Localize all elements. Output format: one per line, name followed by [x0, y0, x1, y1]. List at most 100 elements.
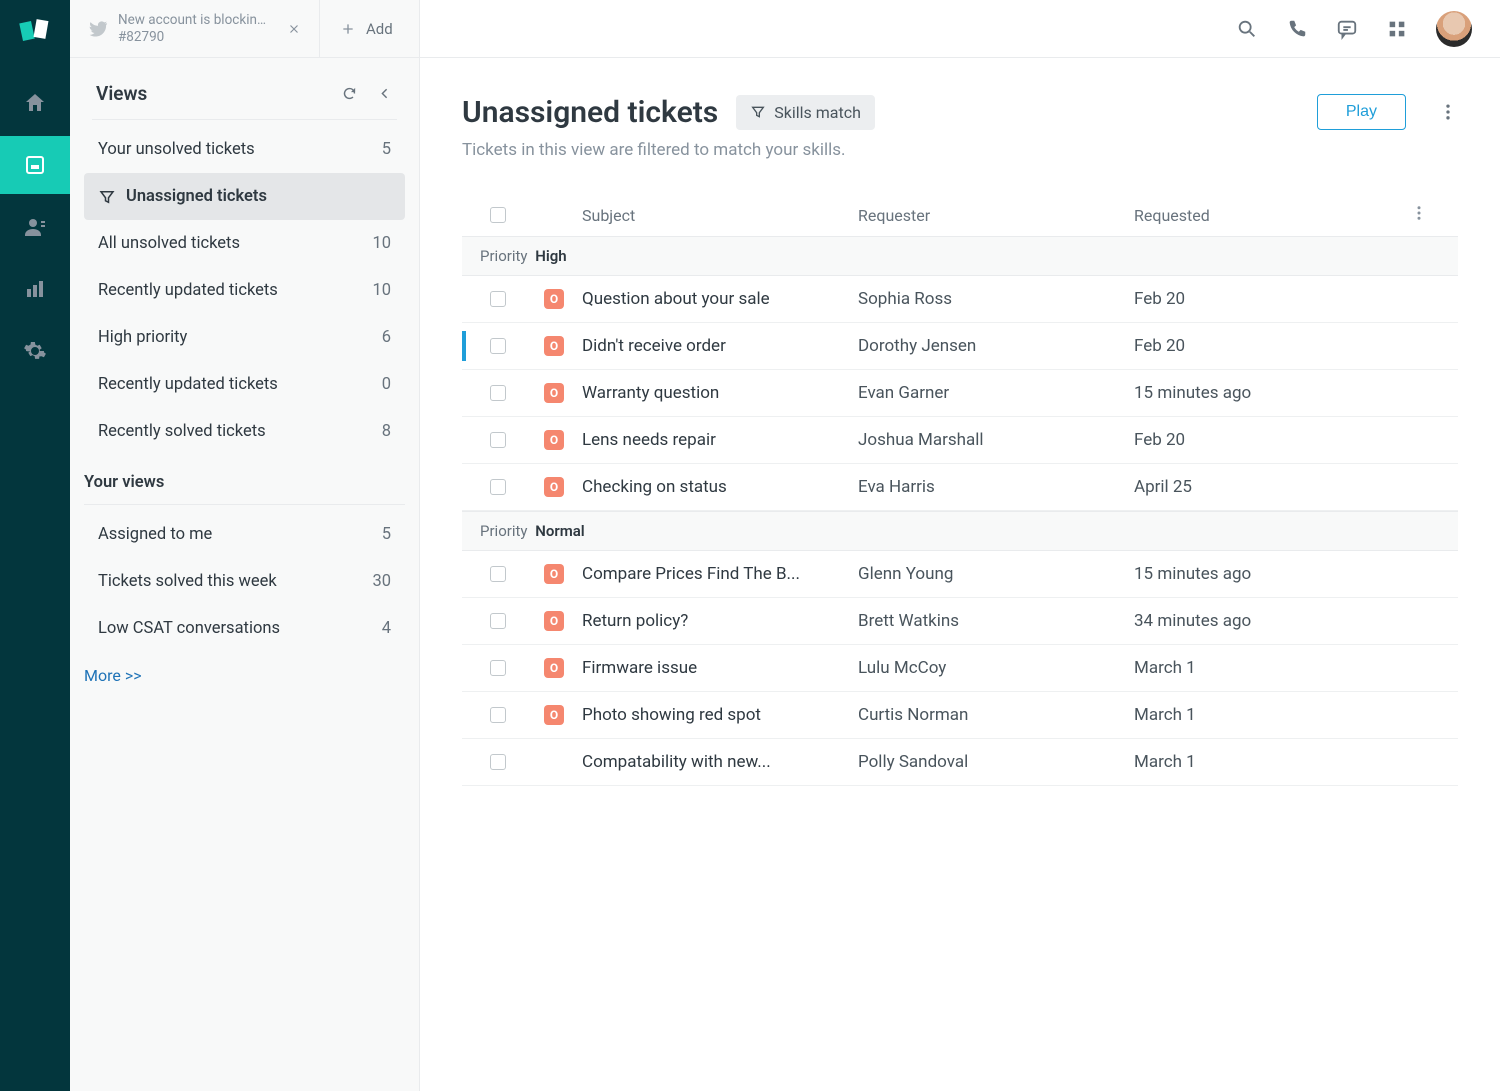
table-row[interactable]: OFirmware issueLulu McCoyMarch 1: [462, 645, 1458, 692]
view-item-label: Tickets solved this week: [98, 572, 277, 591]
view-item[interactable]: All unsolved tickets10: [84, 220, 405, 267]
views-list: Your unsolved tickets5Unassigned tickets…: [70, 126, 419, 455]
nav-reports[interactable]: [0, 260, 70, 318]
status-badge: O: [544, 289, 564, 309]
status-badge: O: [544, 477, 564, 497]
filter-icon: [750, 104, 766, 120]
view-item-count: 5: [382, 525, 391, 544]
view-item[interactable]: Your unsolved tickets5: [84, 126, 405, 173]
phone-icon[interactable]: [1286, 18, 1308, 40]
status-badge: O: [544, 336, 564, 356]
nav-rail: [0, 0, 70, 1091]
table-row[interactable]: ODidn't receive orderDorothy JensenFeb 2…: [462, 323, 1458, 370]
cell-requested: March 1: [1134, 705, 1410, 725]
apps-icon[interactable]: [1386, 18, 1408, 40]
row-checkbox[interactable]: [490, 754, 506, 770]
chat-icon[interactable]: [1336, 18, 1358, 40]
cell-subject: Checking on status: [582, 477, 858, 497]
row-checkbox[interactable]: [490, 613, 506, 629]
table-header: Subject Requester Requested: [462, 194, 1458, 236]
refresh-icon[interactable]: [341, 85, 358, 102]
col-subject[interactable]: Subject: [582, 206, 858, 225]
cell-requester: Eva Harris: [858, 477, 1134, 497]
view-item-label: Assigned to me: [98, 525, 212, 544]
row-checkbox[interactable]: [490, 291, 506, 307]
group-header: Priority High: [462, 236, 1458, 276]
main-area: Unassigned tickets Skills match Play Tic…: [420, 0, 1500, 1091]
view-item[interactable]: Tickets solved this week 30: [84, 558, 405, 605]
nav-settings[interactable]: [0, 322, 70, 380]
row-checkbox[interactable]: [490, 566, 506, 582]
view-item[interactable]: Unassigned tickets: [84, 173, 405, 220]
more-link[interactable]: More >>: [70, 652, 419, 699]
row-checkbox[interactable]: [490, 479, 506, 495]
filter-icon: [98, 188, 116, 206]
nav-home[interactable]: [0, 74, 70, 132]
cell-requested: Feb 20: [1134, 336, 1410, 356]
view-item-count: 30: [372, 572, 391, 591]
table-row[interactable]: OWarranty questionEvan Garner15 minutes …: [462, 370, 1458, 417]
table-row[interactable]: O Checking on statusEva HarrisApril 25: [462, 464, 1458, 511]
cell-requested: April 25: [1134, 477, 1410, 497]
table-row[interactable]: OReturn policy?Brett Watkins34 minutes a…: [462, 598, 1458, 645]
view-item[interactable]: Recently solved tickets8: [84, 408, 405, 455]
cell-subject: Compatability with new...: [582, 752, 858, 772]
table-row[interactable]: OCompare Prices Find The B...Glenn Young…: [462, 551, 1458, 598]
view-item-count: 8: [382, 422, 391, 441]
play-button[interactable]: Play: [1317, 94, 1406, 130]
brand-logo: [15, 12, 55, 52]
row-checkbox[interactable]: [490, 432, 506, 448]
select-all-checkbox[interactable]: [490, 207, 506, 223]
group-header: Priority Normal: [462, 511, 1458, 551]
view-item-label: Recently updated tickets: [98, 375, 278, 394]
table-row[interactable]: OQuestion about your saleSophia RossFeb …: [462, 276, 1458, 323]
avatar[interactable]: [1436, 11, 1472, 47]
view-item-count: 4: [382, 619, 391, 638]
cell-requested: March 1: [1134, 752, 1410, 772]
cell-requested: Feb 20: [1134, 289, 1410, 309]
table-row[interactable]: Compatability with new...Polly SandovalM…: [462, 739, 1458, 786]
columns-overflow-icon[interactable]: [1410, 204, 1428, 222]
view-item-label: Recently updated tickets: [98, 281, 278, 300]
tab-subtitle: #82790: [118, 29, 269, 46]
your-views-label: Your views: [70, 455, 419, 498]
cell-subject: Photo showing red spot: [582, 705, 858, 725]
view-item[interactable]: Assigned to me 5: [84, 511, 405, 558]
col-requested[interactable]: Requested: [1134, 206, 1410, 225]
row-checkbox[interactable]: [490, 660, 506, 676]
cell-requester: Brett Watkins: [858, 611, 1134, 631]
search-icon[interactable]: [1236, 18, 1258, 40]
view-item-label: Your unsolved tickets: [98, 140, 255, 159]
table-row[interactable]: OPhoto showing red spotCurtis NormanMarc…: [462, 692, 1458, 739]
nav-customers[interactable]: [0, 198, 70, 256]
view-item-count: 10: [372, 281, 391, 300]
col-requester[interactable]: Requester: [858, 206, 1134, 225]
plus-icon: [340, 21, 356, 37]
cell-requested: 15 minutes ago: [1134, 383, 1410, 403]
view-item[interactable]: Recently updated tickets 10: [84, 267, 405, 314]
cell-requester: Curtis Norman: [858, 705, 1134, 725]
view-item[interactable]: Recently updated tickets0: [84, 361, 405, 408]
close-icon[interactable]: [287, 22, 301, 36]
cell-subject: Return policy?: [582, 611, 858, 631]
table-row[interactable]: OLens needs repairJoshua MarshallFeb 20: [462, 417, 1458, 464]
status-badge: O: [544, 430, 564, 450]
row-checkbox[interactable]: [490, 338, 506, 354]
view-item[interactable]: Low CSAT conversations4: [84, 605, 405, 652]
cell-subject: Compare Prices Find The B...: [582, 564, 858, 584]
nav-views[interactable]: [0, 136, 70, 194]
overflow-icon[interactable]: [1438, 102, 1458, 122]
row-checkbox[interactable]: [490, 707, 506, 723]
row-checkbox[interactable]: [490, 385, 506, 401]
collapse-icon[interactable]: [376, 85, 393, 102]
ticket-table: Subject Requester Requested Priority Hig…: [462, 194, 1458, 786]
open-tab[interactable]: New account is blocking... #82790: [70, 0, 320, 57]
status-badge: O: [544, 658, 564, 678]
view-item[interactable]: High priority6: [84, 314, 405, 361]
add-tab[interactable]: Add: [320, 20, 413, 38]
top-bar: [420, 0, 1500, 58]
cell-subject: Didn't receive order: [582, 336, 858, 356]
skills-match-chip[interactable]: Skills match: [736, 95, 875, 130]
cell-requester: Glenn Young: [858, 564, 1134, 584]
cell-requester: Sophia Ross: [858, 289, 1134, 309]
